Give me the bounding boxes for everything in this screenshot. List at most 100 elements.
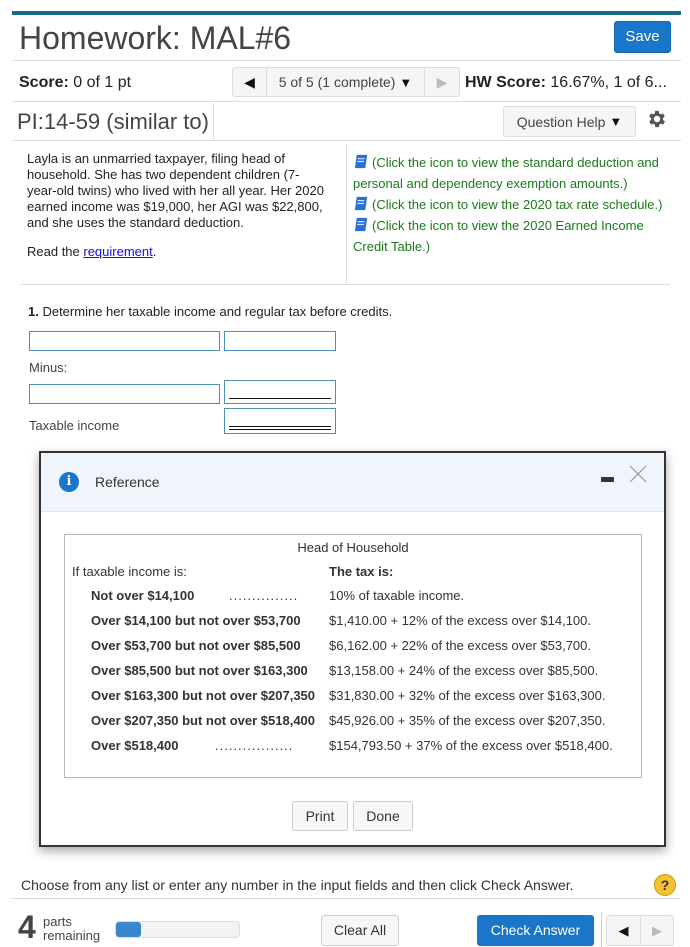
step-number: 1.	[28, 304, 39, 319]
resource-link-tax-rate-schedule[interactable]: (Click the icon to view the 2020 tax rat…	[353, 194, 673, 215]
book-icon[interactable]	[353, 153, 370, 170]
score-bar: Score: 0 of 1 pt ◀ 5 of 5 (1 complete) ▼…	[12, 62, 681, 102]
table-row: Over $85,500 but not over $163,300 $13,1…	[91, 663, 631, 681]
minus-label: Minus:	[29, 360, 68, 375]
resource-text: (Click the icon to view the 2020 Earned …	[353, 218, 644, 254]
minimize-icon[interactable]	[601, 477, 614, 482]
triangle-right-icon: ▶	[652, 922, 662, 938]
progress-bar	[115, 921, 240, 938]
table-row: Over $163,300 but not over $207,350 $31,…	[91, 688, 631, 706]
row1-amount-input[interactable]	[224, 331, 336, 351]
clear-all-button[interactable]: Clear All	[321, 915, 399, 946]
footer-navigator: ◀ ▶	[606, 915, 674, 946]
bracket-condition: Over $85,500 but not over $163,300	[91, 663, 308, 678]
next-question-button[interactable]: ▶	[425, 68, 459, 96]
double-underline	[229, 426, 331, 430]
print-button[interactable]: Print	[292, 801, 348, 831]
resource-text: (Click the icon to view the standard ded…	[353, 155, 659, 191]
bracket-condition: Not over $14,100	[91, 588, 195, 603]
bracket-condition: Over $518,400	[91, 738, 179, 753]
header: Homework: MAL#6 Save	[12, 15, 681, 61]
right-column-header: The tax is:	[329, 564, 394, 579]
resource-link-standard-deduction[interactable]: (Click the icon to view the standard ded…	[353, 152, 673, 194]
book-icon[interactable]	[353, 195, 370, 212]
score-label: Score:	[19, 74, 69, 91]
parts-label-line2: remaining	[43, 928, 101, 943]
requirement-link[interactable]: requirement	[83, 244, 152, 259]
page-title: Homework: MAL#6	[19, 20, 292, 56]
parts-remaining-label: parts remaining	[43, 915, 100, 943]
progress-fill	[116, 922, 141, 937]
parts-remaining-count: 4	[18, 909, 36, 945]
done-button[interactable]: Done	[353, 801, 413, 831]
bracket-tax: $45,926.00 + 35% of the excess over $207…	[329, 713, 606, 728]
read-prefix: Read the	[27, 244, 84, 259]
caret-down-icon: ▼	[609, 114, 623, 129]
tax-rate-table: Head of Household If taxable income is: …	[64, 534, 642, 778]
row2-amount-input[interactable]	[224, 380, 336, 404]
dialog-title: Reference	[95, 474, 160, 490]
hw-score-value: 16.67%, 1 of 6...	[550, 74, 667, 91]
divider	[20, 284, 670, 285]
hw-score: HW Score: 16.67%, 1 of 6...	[465, 74, 667, 92]
left-column-header: If taxable income is:	[72, 564, 187, 579]
table-row: Over $207,350 but not over $518,400 $45,…	[91, 713, 631, 731]
bracket-tax: $13,158.00 + 24% of the excess over $85,…	[329, 663, 599, 678]
question-help-button[interactable]: Question Help ▼	[503, 106, 636, 137]
leader-dots: .................	[215, 738, 294, 753]
dialog-header[interactable]: i Reference	[41, 453, 664, 512]
help-question-icon[interactable]: ?	[654, 874, 676, 896]
divider	[213, 103, 214, 141]
table-row: Over $518,400 ................. $154,793…	[91, 738, 631, 756]
leader-dots: ...............	[229, 588, 299, 603]
score-value: 0 of 1 pt	[73, 74, 132, 91]
single-underline	[229, 398, 331, 399]
question-select-dropdown[interactable]: 5 of 5 (1 complete) ▼	[267, 68, 425, 96]
read-suffix: .	[152, 244, 157, 259]
bracket-condition: Over $163,300 but not over $207,350	[91, 688, 316, 703]
close-icon[interactable]	[629, 465, 647, 483]
divider	[10, 898, 680, 899]
table-caption: Head of Household	[297, 540, 409, 555]
resource-link-eic-table[interactable]: (Click the icon to view the 2020 Earned …	[353, 215, 673, 257]
check-answer-button[interactable]: Check Answer	[477, 915, 594, 946]
book-icon[interactable]	[353, 216, 370, 233]
question-bar: PI:14-59 (similar to) Question Help ▼	[12, 103, 681, 141]
parts-label-line1: parts	[43, 914, 72, 929]
row1-label-input[interactable]	[29, 331, 220, 351]
previous-part-button[interactable]: ◀	[607, 916, 641, 945]
instruction-text: Choose from any list or enter any number…	[21, 877, 574, 893]
bracket-condition: Over $207,350 but not over $518,400	[91, 713, 316, 728]
caret-down-icon: ▼	[399, 74, 413, 90]
row2-label-input[interactable]	[29, 384, 220, 404]
triangle-left-icon: ◀	[618, 922, 629, 938]
resource-links: (Click the icon to view the standard ded…	[353, 152, 673, 257]
bracket-tax: $31,830.00 + 32% of the excess over $163…	[329, 688, 606, 703]
bracket-tax: 10% of taxable income.	[329, 588, 465, 603]
gear-icon[interactable]	[646, 108, 668, 130]
save-button[interactable]: Save	[614, 21, 671, 53]
bracket-condition: Over $53,700 but not over $85,500	[91, 638, 301, 653]
question-position: 5 of 5 (1 complete)	[278, 74, 396, 90]
read-requirement: Read the requirement.	[27, 244, 156, 259]
bracket-tax: $1,410.00 + 12% of the excess over $14,1…	[329, 613, 591, 628]
question-help-label: Question Help	[516, 113, 606, 130]
hw-score-label: HW Score:	[465, 74, 546, 91]
info-icon: i	[59, 472, 79, 492]
table-row: Not over $14,100 ............... 10% of …	[91, 588, 631, 606]
reference-dialog: i Reference Head of Household If taxable…	[39, 451, 666, 847]
next-part-button[interactable]: ▶	[641, 916, 673, 945]
triangle-left-icon: ◀	[244, 73, 255, 90]
step-text: Determine her taxable income and regular…	[38, 304, 393, 319]
question-navigator: ◀ 5 of 5 (1 complete) ▼ ▶	[232, 67, 460, 97]
taxable-income-label: Taxable income	[29, 418, 120, 433]
taxable-income-input[interactable]	[224, 408, 336, 434]
problem-statement: Layla is an unmarried taxpayer, filing h…	[27, 151, 324, 230]
table-row: Over $53,700 but not over $85,500 $6,162…	[91, 638, 631, 656]
bracket-condition: Over $14,100 but not over $53,700	[91, 613, 301, 628]
previous-question-button[interactable]: ◀	[233, 68, 267, 96]
bracket-tax: $154,793.50 + 37% of the excess over $51…	[329, 738, 613, 753]
table-row: Over $14,100 but not over $53,700 $1,410…	[91, 613, 631, 631]
bracket-tax: $6,162.00 + 22% of the excess over $53,7…	[329, 638, 591, 653]
divider	[346, 145, 347, 285]
